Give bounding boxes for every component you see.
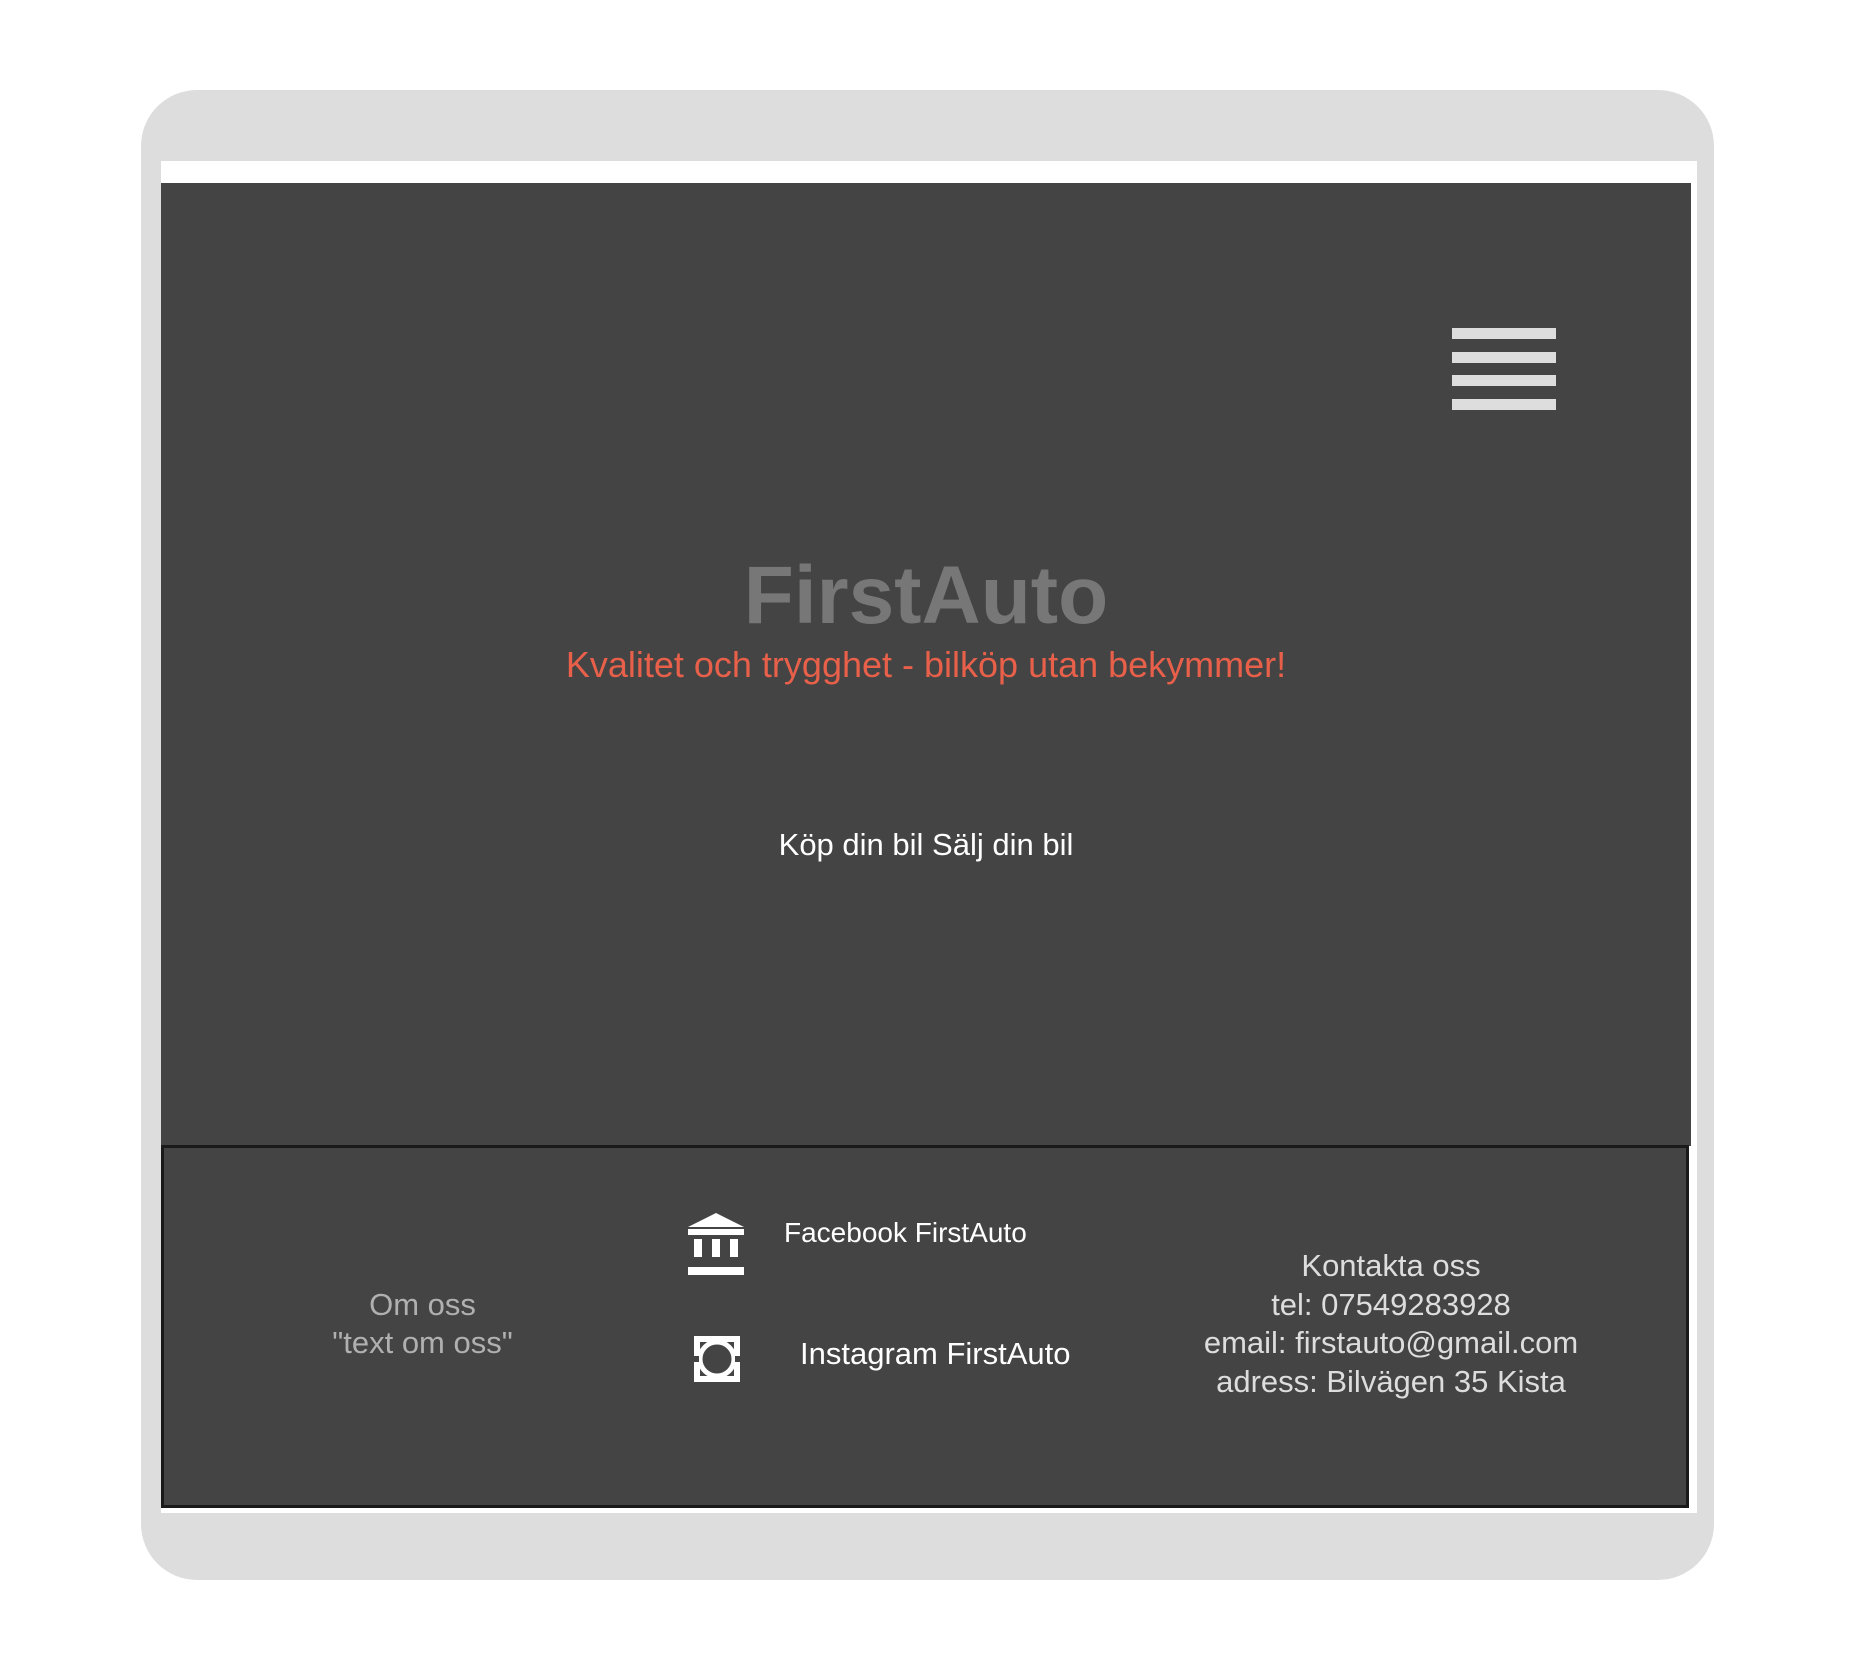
facebook-link[interactable]: Facebook FirstAuto — [784, 1216, 1027, 1250]
sell-car-link[interactable]: Sälj din bil — [932, 827, 1073, 862]
menu-bar — [1452, 328, 1556, 339]
tagline: Kvalitet och trygghet - bilköp utan beky… — [565, 644, 1287, 685]
main-nav: Köp din bil Sälj din bil — [161, 825, 1691, 865]
hamburger-menu-icon[interactable] — [1452, 328, 1556, 410]
instagram-link[interactable]: Instagram FirstAuto — [800, 1335, 1070, 1373]
menu-bar — [1452, 375, 1556, 386]
about-heading: Om oss — [369, 1287, 476, 1322]
site-title: FirstAuto — [743, 550, 1109, 641]
about-section: Om oss "text om oss" — [280, 1286, 565, 1362]
contact-heading: Kontakta oss — [1301, 1248, 1481, 1283]
menu-bar — [1452, 399, 1556, 410]
contact-section: Kontakta oss tel: 07549283928 email: fir… — [1160, 1247, 1622, 1401]
broken-image-frame-icon[interactable] — [694, 1336, 740, 1382]
contact-address: adress: Bilvägen 35 Kista — [1216, 1363, 1566, 1399]
menu-bar — [1452, 352, 1556, 363]
bank-building-icon[interactable] — [688, 1213, 744, 1275]
contact-email: email: firstauto@gmail.com — [1203, 1325, 1579, 1360]
about-text: "text om oss" — [332, 1325, 513, 1360]
contact-phone: tel: 07549283928 — [1271, 1286, 1511, 1322]
buy-car-link[interactable]: Köp din bil — [779, 827, 924, 862]
